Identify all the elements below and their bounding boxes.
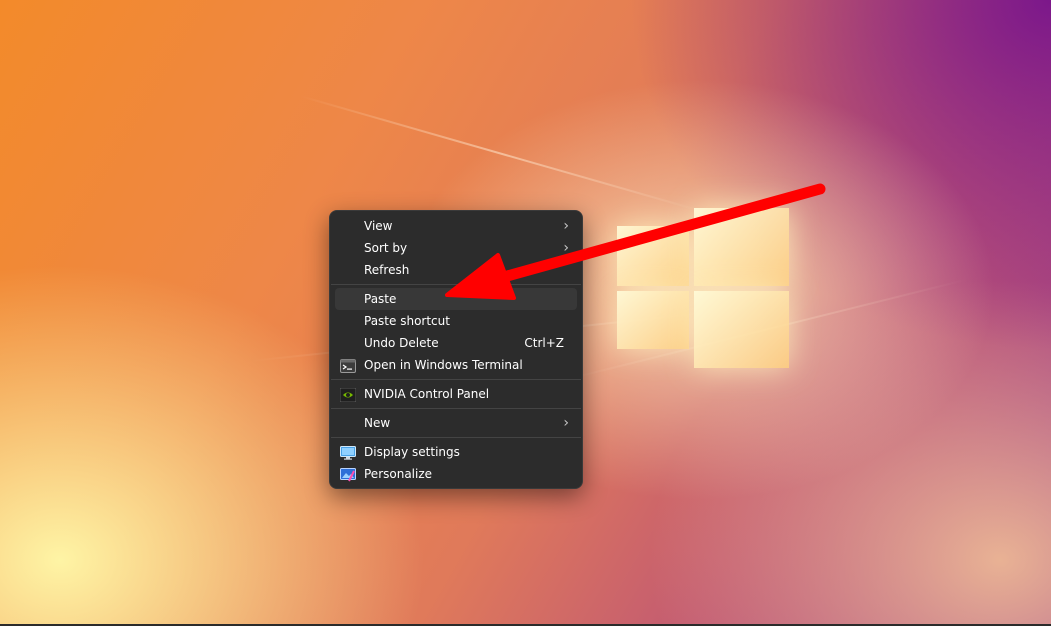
menu-item-label: NVIDIA Control Panel <box>364 387 490 401</box>
menu-item-sort-by[interactable]: Sort by › <box>335 237 577 259</box>
menu-item-undo-delete[interactable]: Undo Delete Ctrl+Z <box>335 332 577 354</box>
menu-separator <box>331 284 581 285</box>
menu-item-label: View <box>364 219 393 233</box>
menu-item-label: Paste shortcut <box>364 314 450 328</box>
menu-item-label: Refresh <box>364 263 410 277</box>
menu-item-label: Sort by <box>364 241 408 255</box>
menu-item-paste-shortcut[interactable]: Paste shortcut <box>335 310 577 332</box>
chevron-right-icon: › <box>563 218 569 234</box>
menu-item-paste[interactable]: Paste <box>335 288 577 310</box>
menu-item-open-in-windows-terminal[interactable]: Open in Windows Terminal <box>335 354 577 376</box>
menu-item-label: New <box>364 416 391 430</box>
menu-item-display-settings[interactable]: Display settings <box>335 441 577 463</box>
menu-separator <box>331 437 581 438</box>
personalize-icon <box>340 467 356 482</box>
menu-separator <box>331 379 581 380</box>
menu-item-label: Paste <box>364 292 397 306</box>
menu-item-nvidia-control-panel[interactable]: NVIDIA Control Panel <box>335 383 577 405</box>
chevron-right-icon: › <box>563 415 569 431</box>
terminal-icon <box>340 358 356 373</box>
menu-item-new[interactable]: New › <box>335 412 577 434</box>
menu-item-label: Display settings <box>364 445 460 459</box>
windows-logo <box>617 208 789 368</box>
desktop-context-menu: View › Sort by › Refresh Paste Paste sho… <box>329 210 583 489</box>
menu-item-shortcut: Ctrl+Z <box>524 336 564 350</box>
menu-item-view[interactable]: View › <box>335 215 577 237</box>
menu-item-label: Undo Delete <box>364 336 439 350</box>
menu-item-personalize[interactable]: Personalize <box>335 463 577 485</box>
windows-logo-pane <box>617 291 689 349</box>
menu-item-refresh[interactable]: Refresh <box>335 259 577 281</box>
light-beam <box>299 95 705 213</box>
windows-logo-pane <box>617 226 689 286</box>
menu-item-label: Personalize <box>364 467 433 481</box>
windows-logo-pane <box>694 208 789 286</box>
chevron-right-icon: › <box>563 240 569 256</box>
menu-item-label: Open in Windows Terminal <box>364 358 523 372</box>
nvidia-icon <box>339 387 357 403</box>
display-icon <box>340 445 356 460</box>
menu-separator <box>331 408 581 409</box>
windows-logo-pane <box>694 291 789 368</box>
